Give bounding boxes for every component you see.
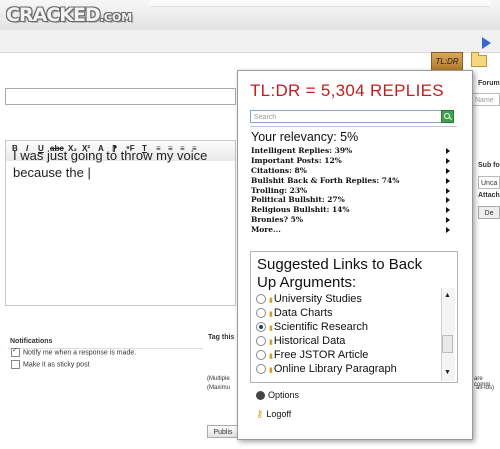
options-label: Options: [268, 390, 300, 400]
scroll-down-icon[interactable]: ▼: [441, 367, 454, 378]
stat-row[interactable]: Bronies? 5%: [251, 215, 456, 225]
stat-label: Political Bullshit: 27%: [251, 195, 345, 205]
radio-button[interactable]: [256, 364, 266, 375]
attach-label: Attach: [478, 192, 500, 199]
link-label: Historical Data: [273, 335, 346, 347]
logo-suffix: .COM: [99, 11, 133, 24]
stat-row[interactable]: Intelligent Replies: 39%: [251, 146, 456, 156]
stat-label: Important Posts: 12%: [251, 155, 342, 165]
expand-arrow-icon[interactable]: [446, 197, 450, 204]
link-label: Scientific Research: [273, 321, 369, 333]
link-label: Online Library Paragraph: [273, 363, 397, 375]
link-label: Data Charts: [273, 307, 333, 319]
expand-arrow-icon[interactable]: [446, 177, 450, 184]
link-label: Free JSTOR Article: [273, 349, 369, 361]
relevancy-score: Your relevancy: 5%: [251, 130, 359, 144]
expand-arrow-icon[interactable]: [446, 187, 450, 194]
stat-row-more[interactable]: More...: [251, 225, 456, 235]
grey-band: [0, 30, 500, 53]
link-option-free-jstor-article[interactable]: ▮Free JSTOR Article: [256, 348, 368, 362]
key-icon: ⚷: [256, 409, 264, 421]
stat-row[interactable]: Religious Bullshit: 14%: [251, 205, 456, 215]
expand-arrow-icon[interactable]: [446, 167, 450, 174]
publish-button[interactable]: Publis: [207, 425, 239, 438]
play-arrow-icon[interactable]: [482, 37, 491, 49]
site-logo[interactable]: CRACKED.COM: [6, 4, 132, 26]
document-icon: ▮: [269, 325, 273, 332]
notify-option[interactable]: Notify me when a response is made.: [11, 346, 137, 357]
expand-arrow-icon[interactable]: [446, 207, 450, 214]
name-input[interactable]: Name: [471, 93, 500, 106]
notify-checkbox[interactable]: [11, 346, 20, 357]
stat-label: More...: [251, 225, 281, 235]
popup-search-input[interactable]: Search: [250, 110, 454, 123]
stat-label: Trolling: 23%: [251, 185, 308, 195]
link-option-scientific-research[interactable]: ▮Scientific Research: [256, 320, 368, 334]
search-icon[interactable]: [441, 110, 454, 123]
notifications-title: Notifications: [10, 338, 53, 345]
radio-button[interactable]: [256, 350, 266, 361]
notify-label: Notify me when a response is made.: [23, 349, 137, 357]
subforum-select[interactable]: Unca: [478, 176, 500, 189]
stat-row[interactable]: Political Bullshit: 27%: [251, 195, 456, 205]
stat-row[interactable]: Important Posts: 12%: [251, 156, 456, 166]
popup-divider: [250, 126, 457, 127]
forum-label: Forum: [478, 80, 500, 87]
expand-arrow-icon[interactable]: [446, 157, 450, 164]
sticky-option[interactable]: Make it as sticky post: [11, 360, 90, 369]
scroll-thumb[interactable]: [442, 335, 453, 353]
stat-label: Intelligent Replies: 39%: [251, 146, 353, 155]
gear-icon: [256, 391, 265, 401]
stat-row[interactable]: Citations: 8%: [251, 166, 456, 176]
radio-button-selected[interactable]: [256, 322, 266, 333]
top-strip: [150, 0, 490, 7]
document-icon: ▮: [269, 367, 273, 374]
expand-arrow-icon[interactable]: [446, 148, 450, 154]
sticky-checkbox[interactable]: [11, 360, 20, 369]
document-icon: ▮: [269, 339, 273, 346]
document-icon: ▮: [269, 311, 273, 318]
suggested-links-title: Suggested Links to Back Up Arguments:: [257, 256, 423, 291]
radio-button[interactable]: [256, 294, 266, 305]
link-option-online-library-paragraph[interactable]: ▮Online Library Paragraph: [256, 362, 397, 376]
sticky-label: Make it as sticky post: [23, 361, 90, 369]
reply-stats-list: Intelligent Replies: 39% Important Posts…: [251, 146, 456, 235]
tldr-button[interactable]: TL:DR: [431, 52, 463, 71]
logo-text: CRACKED: [6, 4, 101, 26]
stat-label: Religious Bullshit: 14%: [251, 205, 350, 215]
tag-hint-multiple: (Multiple: [207, 376, 230, 382]
stat-row[interactable]: Bullshit Back & Forth Replies: 74%: [251, 176, 456, 186]
link-option-university-studies[interactable]: ▮University Studies: [256, 292, 362, 306]
stat-label: Citations: 8%: [251, 165, 307, 175]
link-option-historical-data[interactable]: ▮Historical Data: [256, 334, 345, 348]
document-icon: ▮: [269, 297, 273, 304]
stat-row[interactable]: Trolling: 23%: [251, 186, 456, 196]
scroll-up-icon[interactable]: ▲: [441, 290, 454, 301]
expand-arrow-icon[interactable]: [446, 217, 450, 224]
tag-hint-ids: ail-Ids): [476, 385, 495, 391]
attach-button[interactable]: De: [478, 206, 500, 219]
stat-label: Bronies? 5%: [251, 215, 303, 225]
radio-button[interactable]: [256, 308, 266, 319]
subforum-label: Sub fo: [478, 162, 500, 169]
expand-arrow-icon[interactable]: [446, 227, 450, 234]
radio-button[interactable]: [256, 336, 266, 347]
tag-this-label: Tag this: [208, 334, 235, 341]
tag-hint-maximum: (Maximu: [207, 385, 231, 391]
folder-icon[interactable]: [471, 52, 487, 67]
post-title-input[interactable]: [5, 88, 236, 105]
document-icon: ▮: [269, 353, 273, 360]
logoff-label: Logoff: [266, 409, 292, 419]
options-button[interactable]: Options: [256, 390, 300, 401]
popup-title: TL:DR = 5,304 REPLIES: [250, 81, 444, 100]
link-option-data-charts[interactable]: ▮Data Charts: [256, 306, 333, 320]
logoff-button[interactable]: ⚷ Logoff: [256, 409, 291, 420]
post-editor[interactable]: [5, 161, 236, 306]
stat-label: Bullshit Back & Forth Replies: 74%: [251, 175, 400, 185]
link-label: University Studies: [273, 293, 362, 305]
post-text: I was just going to throw my voice becau…: [13, 148, 208, 180]
